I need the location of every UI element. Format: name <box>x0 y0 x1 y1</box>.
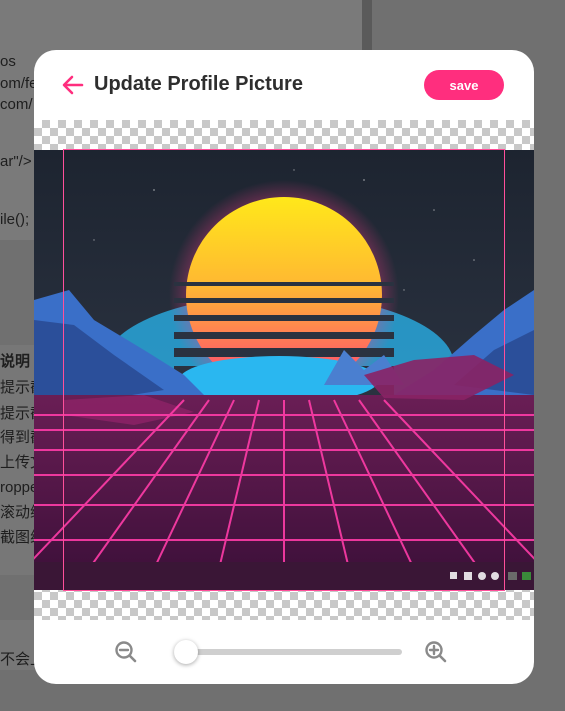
dialog-title: Update Profile Picture <box>94 73 303 95</box>
update-profile-picture-dialog: Update Profile Picture save <box>34 50 534 684</box>
zoom-in-icon <box>425 641 447 663</box>
background-text: os <box>0 53 16 70</box>
arrow-left-icon <box>62 75 84 95</box>
save-button[interactable]: save <box>424 70 504 100</box>
background-text: om/fe <box>0 75 38 92</box>
zoom-out-icon <box>115 641 137 663</box>
background-text: roppe <box>0 479 39 496</box>
back-button[interactable] <box>60 72 86 98</box>
dialog-header: Update Profile Picture save <box>34 50 534 120</box>
zoom-controls <box>34 620 534 684</box>
zoom-slider-track[interactable] <box>174 649 402 655</box>
zoom-out-button[interactable] <box>114 640 138 664</box>
background-text: com/ <box>0 96 33 113</box>
zoom-slider-handle[interactable] <box>174 640 198 664</box>
background-text: ar"/> <box>0 153 32 170</box>
background-text: ile(); <box>0 211 30 228</box>
background-divider <box>362 0 372 50</box>
background-text: 说明 <box>0 353 31 370</box>
zoom-in-button[interactable] <box>424 640 448 664</box>
crop-area[interactable] <box>34 120 534 620</box>
profile-image-preview <box>34 150 534 590</box>
